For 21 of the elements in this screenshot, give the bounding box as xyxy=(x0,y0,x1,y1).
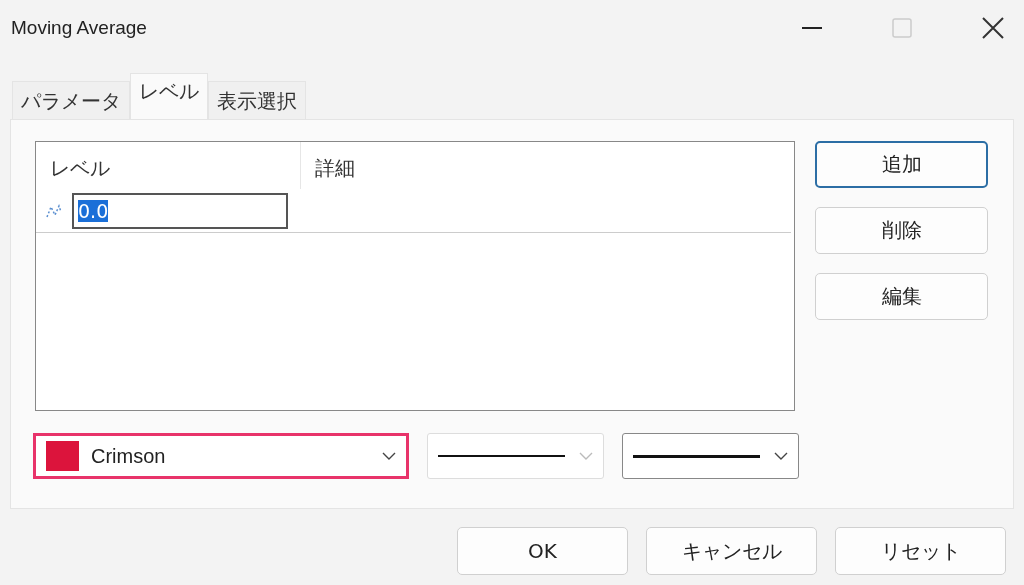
tab[interactable]: 表示選択 xyxy=(208,81,306,119)
button[interactable]: キャンセル xyxy=(646,527,817,575)
close-icon[interactable] xyxy=(982,16,1004,39)
tab[interactable]: レベル xyxy=(130,73,208,119)
button[interactable]: 編集 xyxy=(815,273,988,320)
window-title: Moving Average xyxy=(11,16,147,39)
chevron-down-icon xyxy=(774,452,788,460)
column-header[interactable]: 詳細 xyxy=(301,142,794,189)
level-line-icon xyxy=(46,203,64,218)
tab[interactable]: パラメータ xyxy=(12,81,130,119)
dropdown-value: Crimson xyxy=(91,444,167,468)
button[interactable]: 追加 xyxy=(815,141,988,188)
column-header[interactable]: レベル xyxy=(36,142,301,189)
line-width-dropdown[interactable] xyxy=(622,433,799,479)
chevron-down-icon xyxy=(579,452,593,460)
chevron-down-icon xyxy=(382,452,396,460)
color-dropdown[interactable]: Crimson xyxy=(33,433,409,479)
button[interactable]: 削除 xyxy=(815,207,988,254)
input-field[interactable]: 0.0 xyxy=(72,192,288,229)
button[interactable]: OK xyxy=(457,527,628,575)
button[interactable]: リセット xyxy=(835,527,1006,575)
